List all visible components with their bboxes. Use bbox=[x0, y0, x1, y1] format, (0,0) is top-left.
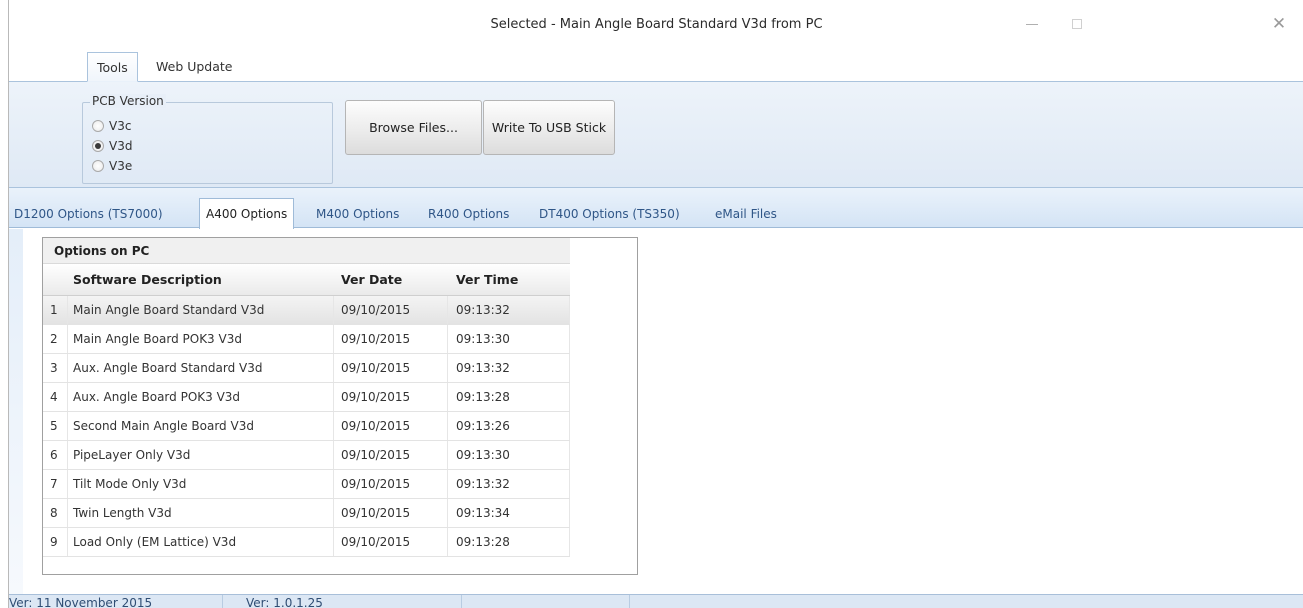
radio-button[interactable] bbox=[92, 120, 104, 132]
radio-v3d[interactable]: V3d bbox=[92, 138, 132, 154]
radio-button[interactable] bbox=[92, 140, 104, 152]
radio-label: V3c bbox=[109, 119, 132, 133]
cell-ver-time: 09:13:30 bbox=[448, 441, 570, 469]
column-header-ver-time[interactable]: Ver Time bbox=[456, 264, 518, 296]
status-version-number: Ver: 1.0.1.25 bbox=[246, 596, 323, 608]
tab-m400-options[interactable]: M400 Options bbox=[316, 202, 399, 228]
tab-dt400-options[interactable]: DT400 Options (TS350) bbox=[539, 202, 680, 228]
table-row[interactable]: 8 Twin Length V3d 09/10/2015 09:13:34 bbox=[43, 499, 570, 528]
title-bar: Selected - Main Angle Board Standard V3d… bbox=[9, 0, 1303, 48]
status-version-date: Ver: 11 November 2015 bbox=[9, 596, 153, 608]
cell-ver-date: 09/10/2015 bbox=[334, 354, 448, 382]
browse-files-button[interactable]: Browse Files... bbox=[345, 100, 482, 155]
cell-ver-time: 09:13:32 bbox=[448, 470, 570, 498]
cell-ver-time: 09:13:32 bbox=[448, 354, 570, 382]
pcb-version-title: PCB Version bbox=[90, 94, 166, 108]
tab-a400-options[interactable]: A400 Options bbox=[199, 198, 295, 229]
row-index: 2 bbox=[43, 325, 68, 353]
cell-ver-date: 09/10/2015 bbox=[334, 528, 448, 556]
cell-ver-time: 09:13:34 bbox=[448, 499, 570, 527]
radio-v3e[interactable]: V3e bbox=[92, 158, 132, 174]
cell-ver-date: 09/10/2015 bbox=[334, 325, 448, 353]
tab-r400-options[interactable]: R400 Options bbox=[428, 202, 509, 228]
window-title: Selected - Main Angle Board Standard V3d… bbox=[490, 17, 823, 32]
cell-description: Aux. Angle Board POK3 V3d bbox=[68, 383, 334, 411]
table-row[interactable]: 7 Tilt Mode Only V3d 09/10/2015 09:13:32 bbox=[43, 470, 570, 499]
radio-label: V3d bbox=[109, 139, 133, 153]
status-separator bbox=[222, 595, 223, 608]
options-grid: Options on PC Software Description Ver D… bbox=[42, 237, 638, 575]
table-row[interactable]: 9 Load Only (EM Lattice) V3d 09/10/2015 … bbox=[43, 528, 570, 557]
cell-ver-date: 09/10/2015 bbox=[334, 383, 448, 411]
minimize-icon[interactable] bbox=[1022, 14, 1042, 34]
cell-description: Tilt Mode Only V3d bbox=[68, 470, 334, 498]
table-row[interactable]: 5 Second Main Angle Board V3d 09/10/2015… bbox=[43, 412, 570, 441]
radio-label: V3e bbox=[109, 159, 133, 173]
ribbon-tab-strip: Tools Web Update bbox=[9, 48, 1303, 82]
cell-ver-time: 09:13:26 bbox=[448, 412, 570, 440]
table-row[interactable]: 4 Aux. Angle Board POK3 V3d 09/10/2015 0… bbox=[43, 383, 570, 412]
table-row[interactable]: 6 PipeLayer Only V3d 09/10/2015 09:13:30 bbox=[43, 441, 570, 470]
close-icon[interactable]: ✕ bbox=[1269, 14, 1289, 34]
cell-description: Twin Length V3d bbox=[68, 499, 334, 527]
cell-ver-date: 09/10/2015 bbox=[334, 499, 448, 527]
cell-description: PipeLayer Only V3d bbox=[68, 441, 334, 469]
radio-button[interactable] bbox=[92, 160, 104, 172]
content-area: Options on PC Software Description Ver D… bbox=[9, 229, 1303, 594]
cell-description: Main Angle Board Standard V3d bbox=[68, 296, 334, 324]
column-header-ver-date[interactable]: Ver Date bbox=[341, 264, 402, 296]
tab-web-update[interactable]: Web Update bbox=[147, 52, 242, 82]
cell-ver-time: 09:13:28 bbox=[448, 383, 570, 411]
cell-ver-time: 09:13:30 bbox=[448, 325, 570, 353]
table-row[interactable]: 2 Main Angle Board POK3 V3d 09/10/2015 0… bbox=[43, 325, 570, 354]
cell-description: Aux. Angle Board Standard V3d bbox=[68, 354, 334, 382]
table-row[interactable]: 1 Main Angle Board Standard V3d 09/10/20… bbox=[43, 296, 570, 325]
ribbon-panel: PCB Version V3c V3d V3e Browse Files... … bbox=[9, 82, 1303, 188]
radio-v3c[interactable]: V3c bbox=[92, 118, 131, 134]
cell-description: Second Main Angle Board V3d bbox=[68, 412, 334, 440]
cell-description: Main Angle Board POK3 V3d bbox=[68, 325, 334, 353]
row-index: 3 bbox=[43, 354, 68, 382]
row-index: 7 bbox=[43, 470, 68, 498]
tab-email-files[interactable]: eMail Files bbox=[715, 202, 777, 228]
cell-ver-date: 09/10/2015 bbox=[334, 441, 448, 469]
row-index: 6 bbox=[43, 441, 68, 469]
options-tab-strip: D1200 Options (TS7000) A400 Options M400… bbox=[9, 188, 1303, 229]
pcb-version-group: PCB Version V3c V3d V3e bbox=[82, 94, 333, 184]
row-index: 1 bbox=[43, 296, 68, 324]
grid-caption: Options on PC bbox=[43, 238, 570, 264]
write-to-usb-button[interactable]: Write To USB Stick bbox=[483, 100, 615, 155]
status-separator bbox=[461, 595, 462, 608]
grid-header: Software Description Ver Date Ver Time bbox=[43, 264, 570, 296]
app-window: Selected - Main Angle Board Standard V3d… bbox=[8, 0, 1303, 608]
table-row[interactable]: 3 Aux. Angle Board Standard V3d 09/10/20… bbox=[43, 354, 570, 383]
cell-ver-date: 09/10/2015 bbox=[334, 470, 448, 498]
cell-description: Load Only (EM Lattice) V3d bbox=[68, 528, 334, 556]
row-index: 5 bbox=[43, 412, 68, 440]
tab-d1200-options[interactable]: D1200 Options (TS7000) bbox=[14, 202, 163, 228]
cell-ver-date: 09/10/2015 bbox=[334, 412, 448, 440]
cell-ver-time: 09:13:32 bbox=[448, 296, 570, 324]
status-bar: Ver: 11 November 2015 Ver: 1.0.1.25 bbox=[9, 594, 1303, 608]
cell-ver-time: 09:13:28 bbox=[448, 528, 570, 556]
status-separator bbox=[629, 595, 630, 608]
cell-ver-date: 09/10/2015 bbox=[334, 296, 448, 324]
maximize-icon[interactable] bbox=[1067, 14, 1087, 34]
row-index: 8 bbox=[43, 499, 68, 527]
row-index: 9 bbox=[43, 528, 68, 556]
tab-tools[interactable]: Tools bbox=[87, 52, 138, 82]
row-index: 4 bbox=[43, 383, 68, 411]
column-header-description[interactable]: Software Description bbox=[73, 264, 222, 296]
